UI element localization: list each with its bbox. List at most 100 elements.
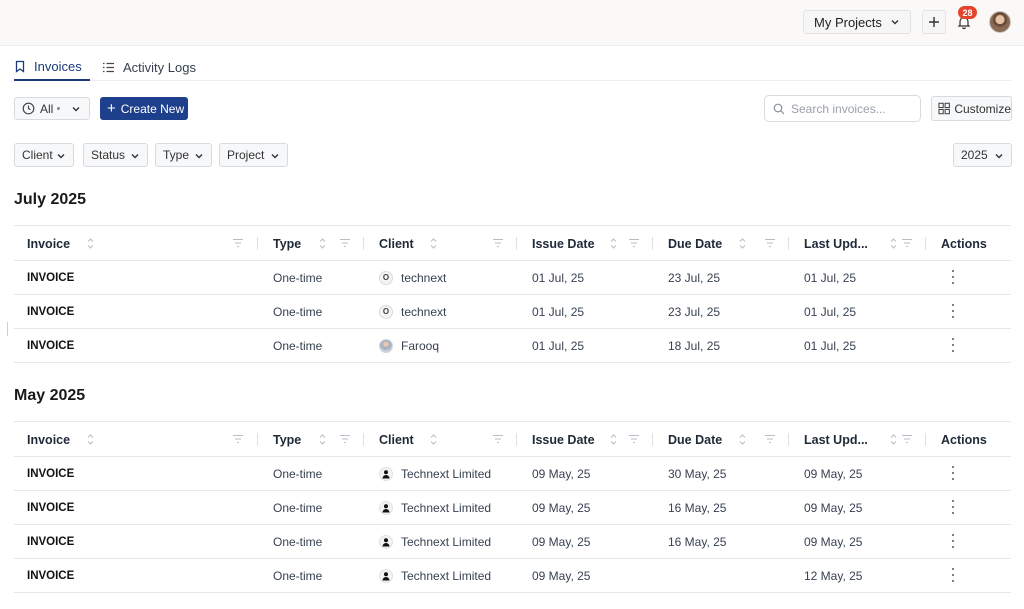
client-cell[interactable]: Technext Limited xyxy=(379,525,491,558)
sort-icon[interactable] xyxy=(317,237,328,250)
resize-handle[interactable] xyxy=(7,322,8,336)
column-divider[interactable] xyxy=(925,237,926,250)
column-header[interactable]: Issue Date xyxy=(532,422,595,457)
last-updated-cell: 01 Jul, 25 xyxy=(804,270,857,285)
column-header[interactable]: Issue Date xyxy=(532,226,595,261)
invoice-cell[interactable]: INVOICE xyxy=(27,457,74,490)
column-header[interactable]: Actions xyxy=(941,422,987,457)
client-cell[interactable]: Technext Limited xyxy=(379,457,491,490)
sort-icon[interactable] xyxy=(737,237,748,250)
sort-icon[interactable] xyxy=(608,237,619,250)
column-header[interactable]: Due Date xyxy=(668,226,722,261)
filter-icon[interactable] xyxy=(492,237,504,249)
column-divider[interactable] xyxy=(925,433,926,446)
table-row[interactable]: INVOICE One-time Technext Limited 09 May, 2… xyxy=(14,491,1011,525)
sort-icon[interactable] xyxy=(608,433,619,446)
column-divider[interactable] xyxy=(788,433,789,446)
invoice-table: Invoice Type Client Issue Date Due Date Last … xyxy=(14,421,1011,593)
column-header[interactable]: Type xyxy=(273,226,301,261)
filter-icon[interactable] xyxy=(764,237,776,249)
column-header[interactable]: Actions xyxy=(941,226,987,261)
invoice-cell[interactable]: INVOICE xyxy=(27,559,74,592)
customize-label: Customize xyxy=(954,101,1011,116)
filter-icon[interactable] xyxy=(339,237,351,249)
filter-icon[interactable] xyxy=(492,433,504,445)
section-title: May 2025 xyxy=(14,387,86,404)
table-row[interactable]: INVOICE One-time Otechnext 01 Jul, 25 23 Jul… xyxy=(14,261,1011,295)
client-cell[interactable]: Otechnext xyxy=(379,261,446,294)
sort-icon[interactable] xyxy=(888,433,899,446)
sort-icon[interactable] xyxy=(428,237,439,250)
column-header[interactable]: Client xyxy=(379,422,414,457)
status-filter[interactable]: Status xyxy=(83,143,148,167)
column-header[interactable]: Last Upd... xyxy=(804,226,868,261)
type-cell: One-time xyxy=(273,270,323,285)
more-actions-icon[interactable] xyxy=(952,568,955,582)
filter-icon[interactable] xyxy=(628,237,640,249)
project-filter[interactable]: Project xyxy=(219,143,288,167)
sort-icon[interactable] xyxy=(317,433,328,446)
type-filter[interactable]: Type xyxy=(155,143,212,167)
all-filter-label: All xyxy=(40,101,54,116)
all-filter-dropdown[interactable]: All xyxy=(14,97,90,120)
tab-invoices[interactable]: Invoices xyxy=(14,53,90,81)
more-actions-icon[interactable] xyxy=(952,500,955,514)
client-cell[interactable]: Technext Limited xyxy=(379,491,491,524)
table-row[interactable]: INVOICE One-time Technext Limited 09 May, 2… xyxy=(14,559,1011,593)
filter-icon[interactable] xyxy=(339,433,351,445)
tab-activity-logs[interactable]: Activity Logs xyxy=(102,53,196,81)
invoice-cell[interactable]: INVOICE xyxy=(27,329,74,362)
create-new-button[interactable]: + Create New xyxy=(100,97,188,120)
due-date-cell: 30 May, 25 xyxy=(668,466,727,481)
table-row[interactable]: INVOICE One-time Technext Limited 09 May, 2… xyxy=(14,525,1011,559)
sort-icon[interactable] xyxy=(428,433,439,446)
more-actions-icon[interactable] xyxy=(952,466,955,480)
client-cell[interactable]: Farooq xyxy=(379,329,439,362)
table-row[interactable]: INVOICE One-time Technext Limited 09 May, 2… xyxy=(14,457,1011,491)
sort-icon[interactable] xyxy=(85,237,96,250)
client-filter[interactable]: Client xyxy=(14,143,74,167)
column-divider[interactable] xyxy=(652,237,653,250)
year-filter[interactable]: 2025 xyxy=(953,143,1012,167)
column-divider[interactable] xyxy=(257,433,258,446)
invoice-cell[interactable]: INVOICE xyxy=(27,525,74,558)
invoice-cell[interactable]: INVOICE xyxy=(27,261,74,294)
more-actions-icon[interactable] xyxy=(952,270,955,284)
project-selector[interactable]: My Projects xyxy=(803,10,911,34)
more-actions-icon[interactable] xyxy=(952,534,955,548)
sort-icon[interactable] xyxy=(888,237,899,250)
column-divider[interactable] xyxy=(516,237,517,250)
filter-icon[interactable] xyxy=(901,433,913,445)
filter-icon[interactable] xyxy=(764,433,776,445)
column-divider[interactable] xyxy=(363,237,364,250)
column-divider[interactable] xyxy=(652,433,653,446)
user-avatar[interactable] xyxy=(989,11,1011,33)
column-header[interactable]: Type xyxy=(273,422,301,457)
filter-icon[interactable] xyxy=(628,433,640,445)
sort-icon[interactable] xyxy=(85,433,96,446)
table-row[interactable]: INVOICE One-time Farooq 01 Jul, 25 18 Jul, 2… xyxy=(14,329,1011,363)
filter-icon[interactable] xyxy=(901,237,913,249)
column-divider[interactable] xyxy=(363,433,364,446)
more-actions-icon[interactable] xyxy=(952,338,955,352)
column-header[interactable]: Invoice xyxy=(27,422,70,457)
client-cell[interactable]: Technext Limited xyxy=(379,559,491,592)
table-row[interactable]: INVOICE One-time Otechnext 01 Jul, 25 23 Jul… xyxy=(14,295,1011,329)
add-button[interactable] xyxy=(922,10,946,34)
filter-icon[interactable] xyxy=(232,237,244,249)
column-divider[interactable] xyxy=(788,237,789,250)
column-header[interactable]: Due Date xyxy=(668,422,722,457)
more-actions-icon[interactable] xyxy=(952,304,955,318)
column-divider[interactable] xyxy=(516,433,517,446)
client-cell[interactable]: Otechnext xyxy=(379,295,446,328)
column-header[interactable]: Invoice xyxy=(27,226,70,261)
customize-button[interactable]: Customize xyxy=(931,96,1012,121)
invoice-cell[interactable]: INVOICE xyxy=(27,491,74,524)
column-divider[interactable] xyxy=(257,237,258,250)
column-header[interactable]: Last Upd... xyxy=(804,422,868,457)
invoice-cell[interactable]: INVOICE xyxy=(27,295,74,328)
search-input[interactable] xyxy=(791,101,911,116)
sort-icon[interactable] xyxy=(737,433,748,446)
filter-icon[interactable] xyxy=(232,433,244,445)
column-header[interactable]: Client xyxy=(379,226,414,261)
